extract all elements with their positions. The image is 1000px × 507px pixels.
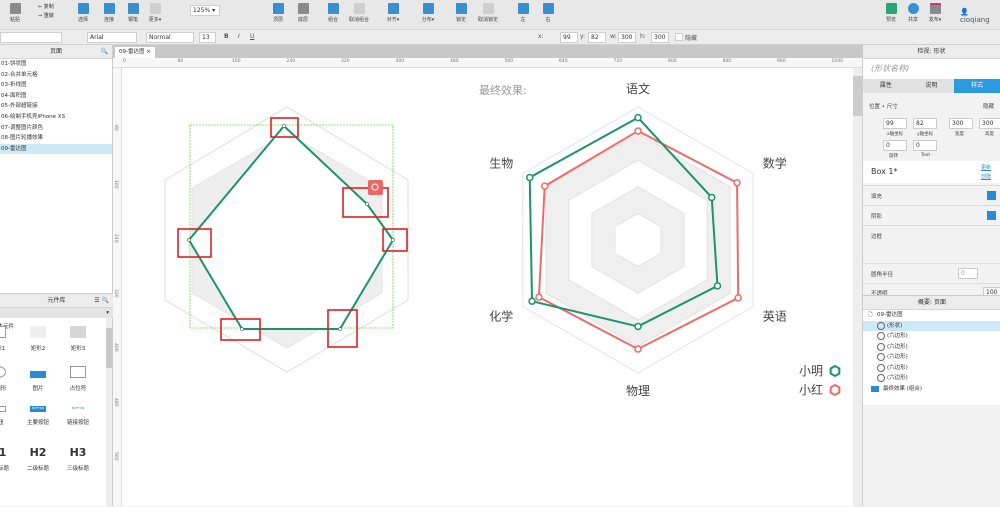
data-point (535, 293, 543, 301)
inspector-tabs: 属性 说明 样式 (863, 79, 1000, 93)
update-style-link[interactable]: 更新 (981, 164, 991, 171)
vertex-handle[interactable] (240, 327, 244, 331)
outline-label: (六边形) (887, 375, 908, 381)
interaction-tag-icon[interactable] (368, 180, 383, 195)
y-input[interactable]: 82 (913, 118, 937, 129)
outline-label: (六边形) (887, 333, 908, 339)
data-point (707, 193, 716, 202)
canvas-drawing: 语文数学英语物理 化学 生物小明小红 (164, 81, 841, 398)
data-point (734, 294, 742, 302)
axis-label: 物理 (626, 384, 650, 398)
right-panel: 检视: 形状 (形状名称) 属性 说明 样式 位置 • 尺寸 隐藏 99 82 30… (862, 45, 1000, 506)
outline-item[interactable]: (六边形) (863, 342, 1000, 353)
border-label: 边框 (871, 234, 883, 240)
create-style-link[interactable]: 创建 (981, 173, 991, 180)
outline-item[interactable]: (六边形) (863, 363, 1000, 374)
outline-item[interactable]: (六边形) (863, 331, 1000, 342)
data-point (634, 113, 642, 122)
legend-hexagon-icon (829, 383, 841, 397)
shadow-label: 阴影 (871, 214, 883, 220)
inspector-tab[interactable]: 样式 (954, 79, 1000, 93)
data-point (634, 345, 642, 353)
data-point (528, 297, 536, 305)
vertex-handle[interactable] (282, 124, 286, 128)
shape-name-input[interactable]: (形状名称) (863, 59, 1000, 79)
shape-icon (877, 321, 885, 330)
width-label: 宽度 (955, 132, 964, 137)
data-point (713, 282, 722, 290)
text-rotate-input[interactable]: 0 (913, 140, 937, 151)
vertex-handle[interactable] (391, 238, 395, 242)
shape-icon (877, 374, 885, 382)
inspector-tab[interactable]: 说明 (908, 79, 955, 93)
text-label: Text (921, 153, 931, 158)
axis-label: 语文 (626, 81, 650, 96)
legend-hexagon-icon (829, 364, 841, 378)
height-input[interactable]: 300 (979, 118, 1000, 129)
data-point (733, 179, 741, 187)
y-label: y轴坐标 (917, 132, 934, 137)
data-point (525, 173, 534, 182)
style-select[interactable]: Box 1* (871, 167, 898, 176)
radius-input[interactable]: 0 (958, 268, 978, 279)
outline-label: (六边形) (887, 364, 908, 371)
outline-header: 概要: 页面 (863, 296, 1000, 310)
x-label: x轴坐标 (887, 132, 904, 137)
page-icon: 🗋 (868, 312, 873, 318)
width-input[interactable]: 300 (949, 118, 973, 129)
axis-label: 生物 (489, 157, 513, 171)
fill-label: 填充 (871, 194, 883, 200)
vertex-handle[interactable] (187, 238, 191, 242)
height-label: 高度 (985, 132, 994, 137)
outline-label: (形状) (887, 322, 903, 329)
inspector-tab[interactable]: 属性 (863, 79, 909, 93)
outline-item[interactable]: (六边形) (863, 352, 1000, 363)
pos-size-label: 位置 • 尺寸 (869, 104, 898, 110)
vertex-handle[interactable] (338, 327, 342, 331)
fill-color-picker[interactable] (987, 191, 996, 200)
rotate-input[interactable]: 0 (883, 140, 907, 151)
folder-icon (871, 385, 879, 392)
legend-label: 小明 (799, 364, 823, 378)
shadow-color-picker[interactable] (987, 211, 996, 220)
outline-item[interactable]: (形状) (863, 320, 1000, 331)
outline-label: (六边形) (887, 354, 908, 360)
data-point (634, 322, 642, 331)
outline-panel: 概要: 页面 🗋 09-雷达图 (形状) (六边形) (六边形) (六边形) (六边形) (… (863, 295, 1000, 405)
data-point (540, 182, 549, 190)
outline-page[interactable]: 🗋 09-雷达图 (863, 310, 1000, 321)
axis-label: 化学 (489, 309, 513, 324)
shape-icon (877, 363, 885, 372)
axis-label: 数学 (763, 156, 787, 171)
legend-label: 小红 (799, 382, 823, 397)
shape-icon (877, 332, 885, 340)
outline-group[interactable]: 最终效果 (组合) (863, 384, 1000, 395)
axis-label: 英语 (763, 310, 787, 324)
outline-item[interactable]: (六边形) (863, 373, 1000, 384)
outline-label: (六边形) (887, 343, 908, 350)
shape-icon (877, 353, 885, 361)
rotate-label: 旋转 (889, 154, 898, 159)
x-input[interactable]: 99 (883, 118, 907, 129)
data-point (634, 127, 642, 135)
radius-label: 圆角半径 (871, 272, 894, 278)
inspector-header: 检视: 形状 (863, 45, 1000, 59)
hidden-label: 隐藏 (983, 104, 995, 110)
shape-icon (877, 342, 885, 351)
vertex-handle[interactable] (365, 202, 369, 206)
